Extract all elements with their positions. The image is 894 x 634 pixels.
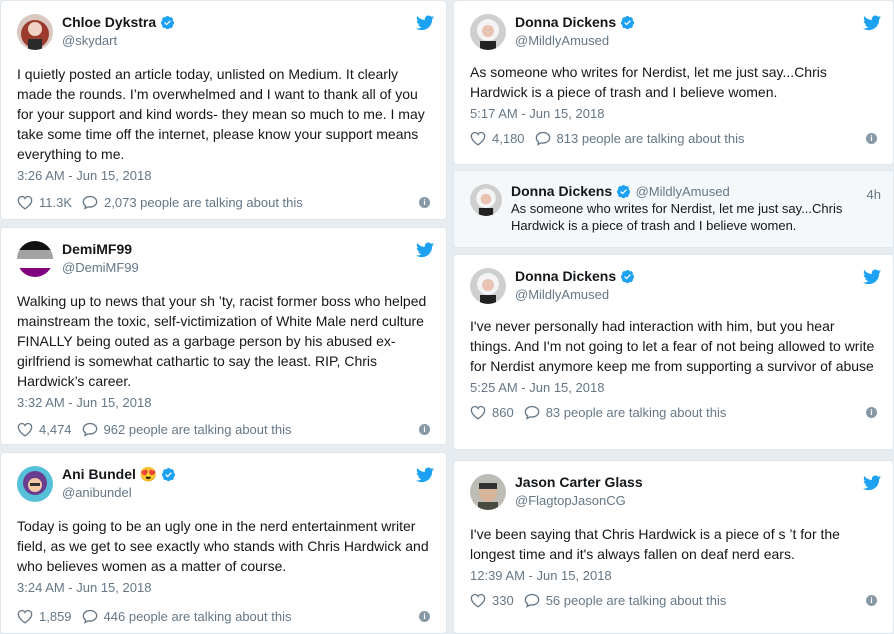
tweet-timestamp[interactable]: 5:17 AM - Jun 15, 2018 bbox=[470, 106, 877, 121]
username[interactable]: @anibundel bbox=[62, 484, 430, 502]
like-count: 330 bbox=[492, 593, 514, 608]
tweet-card-chloe[interactable]: Chloe Dykstra @skydart I quietly posted … bbox=[0, 0, 447, 220]
reply-icon[interactable] bbox=[524, 405, 540, 420]
tweet-timestamp[interactable]: 5:25 AM - Jun 15, 2018 bbox=[470, 380, 877, 395]
username[interactable]: @MildlyAmused bbox=[515, 286, 877, 304]
display-name[interactable]: Chloe Dykstra bbox=[62, 13, 175, 31]
info-icon[interactable]: i bbox=[419, 611, 430, 622]
like-count: 11.3K bbox=[39, 195, 73, 210]
reply-icon[interactable] bbox=[524, 593, 540, 608]
tweet-card-donna-2[interactable]: Donna Dickens @MildlyAmused As someone w… bbox=[453, 170, 894, 248]
display-name[interactable]: DemiMF99 bbox=[62, 240, 132, 258]
verified-badge-icon bbox=[161, 467, 176, 482]
avatar[interactable] bbox=[470, 474, 506, 510]
emoji: 😍 bbox=[139, 466, 158, 482]
avatar[interactable] bbox=[17, 241, 53, 277]
reply-icon[interactable] bbox=[82, 195, 98, 210]
info-icon[interactable]: i bbox=[866, 407, 877, 418]
display-name[interactable]: Ani Bundel 😍 bbox=[62, 465, 176, 483]
tweet-timestamp[interactable]: 3:26 AM - Jun 15, 2018 bbox=[17, 168, 430, 183]
tweet-timestamp[interactable]: 3:24 AM - Jun 15, 2018 bbox=[17, 580, 430, 595]
heart-icon[interactable] bbox=[470, 131, 486, 146]
info-icon[interactable]: i bbox=[419, 197, 430, 208]
verified-badge-icon bbox=[160, 15, 175, 30]
heart-icon[interactable] bbox=[17, 422, 33, 437]
tweet-text: I quietly posted an article today, unlis… bbox=[17, 66, 425, 162]
talking-count[interactable]: 962 people are talking about this bbox=[104, 422, 292, 437]
verified-badge-icon bbox=[620, 15, 635, 30]
tweet-text: I've been saying that Chris Hardwick is … bbox=[470, 526, 840, 562]
tweet-card-donna-3[interactable]: Donna Dickens @MildlyAmused I've never p… bbox=[453, 254, 894, 450]
talking-count[interactable]: 446 people are talking about this bbox=[104, 609, 292, 624]
display-name[interactable]: Donna Dickens bbox=[515, 267, 635, 285]
username[interactable]: @MildlyAmused bbox=[515, 32, 877, 50]
avatar[interactable] bbox=[17, 466, 53, 502]
twitter-bird-icon[interactable] bbox=[416, 15, 434, 31]
avatar[interactable] bbox=[17, 14, 53, 50]
tweet-card-jason[interactable]: Jason Carter Glass @FlagtopJasonCG I've … bbox=[453, 460, 894, 634]
username[interactable]: @FlagtopJasonCG bbox=[515, 492, 877, 510]
twitter-bird-icon[interactable] bbox=[416, 242, 434, 258]
like-count: 860 bbox=[492, 405, 514, 420]
tweet-text: Walking up to news that your sh ’ty, rac… bbox=[17, 293, 427, 389]
tweet-timestamp[interactable]: 12:39 AM - Jun 15, 2018 bbox=[470, 568, 877, 583]
display-name[interactable]: Donna Dickens bbox=[511, 183, 631, 200]
avatar[interactable] bbox=[470, 268, 506, 304]
talking-count[interactable]: 813 people are talking about this bbox=[557, 131, 745, 146]
verified-badge-icon bbox=[620, 269, 635, 284]
talking-count[interactable]: 2,073 people are talking about this bbox=[104, 195, 303, 210]
display-name[interactable]: Jason Carter Glass bbox=[515, 473, 643, 491]
heart-icon[interactable] bbox=[470, 405, 486, 420]
twitter-bird-icon[interactable] bbox=[863, 475, 881, 491]
tweet-timestamp[interactable]: 3:32 AM - Jun 15, 2018 bbox=[17, 395, 430, 410]
like-count: 4,180 bbox=[492, 131, 525, 146]
username[interactable]: @DemiMF99 bbox=[62, 259, 430, 277]
username[interactable]: @skydart bbox=[62, 32, 430, 50]
twitter-bird-icon[interactable] bbox=[863, 269, 881, 285]
relative-time[interactable]: 4h bbox=[867, 187, 881, 202]
tweet-card-demi[interactable]: DemiMF99 @DemiMF99 Walking up to news th… bbox=[0, 227, 447, 445]
tweet-text: I've never personally had interaction wi… bbox=[470, 318, 875, 374]
twitter-bird-icon[interactable] bbox=[416, 467, 434, 483]
talking-count[interactable]: 83 people are talking about this bbox=[546, 405, 727, 420]
tweet-card-ani[interactable]: Ani Bundel 😍 @anibundel Today is going to… bbox=[0, 452, 447, 634]
talking-count[interactable]: 56 people are talking about this bbox=[546, 593, 727, 608]
username[interactable]: @MildlyAmused bbox=[636, 184, 730, 199]
heart-icon[interactable] bbox=[17, 195, 33, 210]
avatar[interactable] bbox=[470, 14, 506, 50]
info-icon[interactable]: i bbox=[866, 133, 877, 144]
reply-icon[interactable] bbox=[82, 422, 98, 437]
twitter-bird-icon[interactable] bbox=[863, 15, 881, 31]
tweet-text: Today is going to be an ugly one in the … bbox=[17, 518, 429, 574]
info-icon[interactable]: i bbox=[419, 424, 430, 435]
heart-icon[interactable] bbox=[17, 609, 33, 624]
reply-icon[interactable] bbox=[82, 609, 98, 624]
avatar[interactable] bbox=[470, 184, 502, 216]
tweet-text: As someone who writes for Nerdist, let m… bbox=[511, 201, 843, 233]
display-name[interactable]: Donna Dickens bbox=[515, 13, 635, 31]
like-count: 1,859 bbox=[39, 609, 72, 624]
verified-badge-icon bbox=[616, 184, 631, 199]
like-count: 4,474 bbox=[39, 422, 72, 437]
heart-icon[interactable] bbox=[470, 593, 486, 608]
reply-icon[interactable] bbox=[535, 131, 551, 146]
tweet-card-donna-1[interactable]: Donna Dickens @MildlyAmused As someone w… bbox=[453, 0, 894, 165]
info-icon[interactable]: i bbox=[866, 595, 877, 606]
tweet-text: As someone who writes for Nerdist, let m… bbox=[470, 64, 827, 100]
